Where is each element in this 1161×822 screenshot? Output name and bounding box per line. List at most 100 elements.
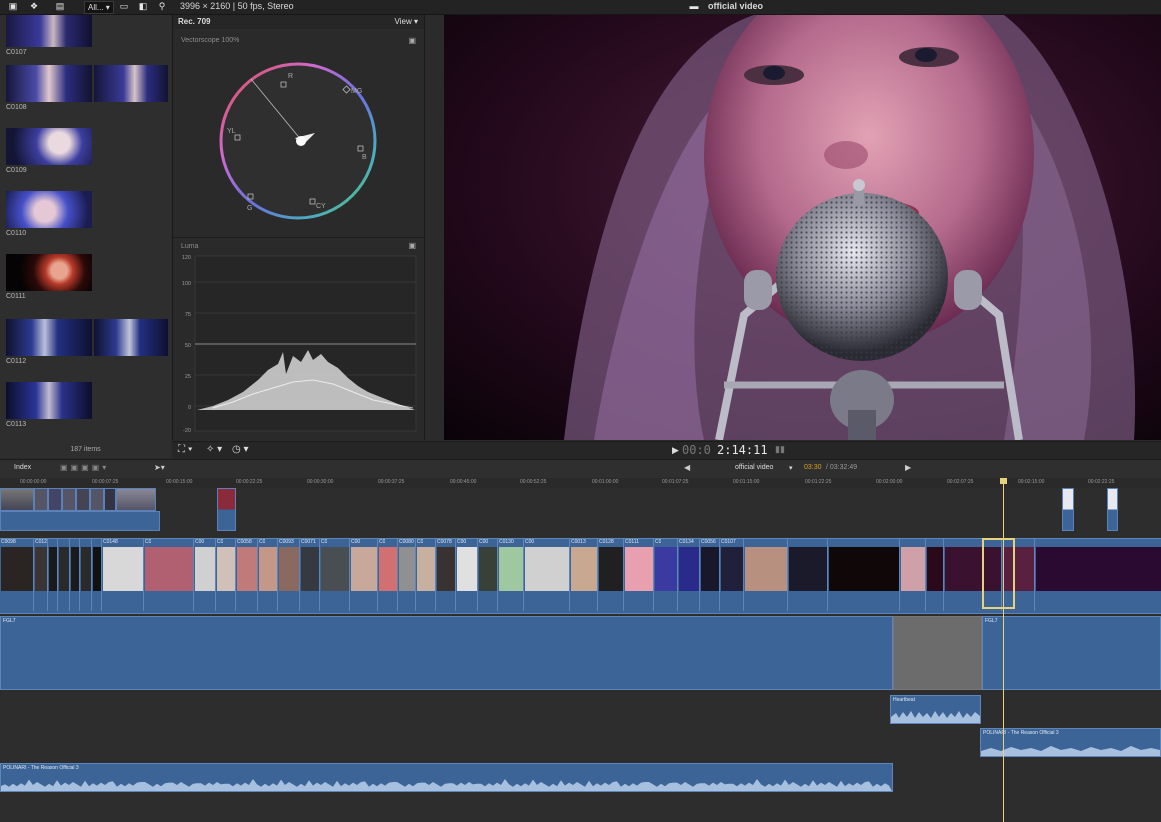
browser-clip[interactable]: C0111	[6, 254, 92, 300]
clip-filmstrip	[599, 547, 623, 591]
forward-arrow-icon[interactable]: ▶	[905, 463, 911, 472]
browser-filter-popup[interactable]: All... ▾	[84, 1, 114, 14]
retime-icon[interactable]: ◷ ▾	[232, 444, 249, 455]
timeline-clip[interactable]: C00	[194, 539, 216, 611]
timeline-clip[interactable]: C0080	[398, 539, 416, 611]
timeline-clip[interactable]: C00	[478, 539, 498, 611]
timeline-clip[interactable]: C0134	[678, 539, 700, 611]
audio-meter-icon[interactable]: ▮▮	[775, 444, 785, 455]
timeline[interactable]: C0098 C0129 C0148 C0 C00 C0 C0058 C0 C0093 C0071 C…	[0, 478, 1161, 822]
titles-icon[interactable]: ▤	[54, 1, 66, 12]
timeline-clip[interactable]	[1035, 539, 1161, 611]
timeline-clip[interactable]	[828, 539, 900, 611]
connected-clip[interactable]	[104, 488, 116, 511]
connected-clip[interactable]	[1062, 488, 1074, 531]
timeline-clip[interactable]: C0130	[498, 539, 524, 611]
clip-appearance-icon[interactable]: ◧	[137, 1, 149, 12]
connected-clip[interactable]	[62, 488, 76, 511]
timeline-clip[interactable]	[744, 539, 788, 611]
luma-settings-icon[interactable]: ▣	[408, 241, 416, 250]
timeline-clip[interactable]: C0129	[34, 539, 48, 611]
project-menu-chevron[interactable]: ▾	[789, 464, 793, 472]
timeline-clip[interactable]: C0148	[102, 539, 144, 611]
timeline-clip[interactable]	[92, 539, 102, 611]
clip-filmstrip	[71, 547, 79, 591]
timeline-clip[interactable]: C0	[378, 539, 398, 611]
timeline-clip[interactable]: C0093	[278, 539, 300, 611]
timeline-clip[interactable]	[58, 539, 70, 611]
browser-clip[interactable]: C0109	[6, 128, 92, 174]
timeline-clip[interactable]: C0	[144, 539, 194, 611]
enhancements-icon[interactable]: ✧ ▾	[206, 444, 222, 455]
timeline-clip[interactable]: C00	[524, 539, 570, 611]
edit-buttons[interactable]: ▣▣▣▣▾	[60, 463, 109, 472]
timeline-clip[interactable]	[48, 539, 58, 611]
compound-clip[interactable]: FGL7	[982, 616, 1161, 690]
browser-clip[interactable]: C0112	[6, 319, 168, 365]
timeline-clip[interactable]: C0	[258, 539, 278, 611]
connected-clip[interactable]	[1107, 488, 1118, 531]
scope-settings-icon[interactable]: ▣	[408, 36, 416, 45]
timeline-clip[interactable]	[788, 539, 828, 611]
timeline-clip[interactable]: C0111	[624, 539, 654, 611]
audio-clip-music[interactable]: POLINARI - The Reason Official 3	[0, 763, 893, 792]
timecode-display[interactable]: 2:14:11	[717, 443, 768, 457]
audio-waveform	[981, 746, 1160, 756]
timeline-clip[interactable]	[900, 539, 926, 611]
browser-clip[interactable]: C0110	[6, 191, 92, 237]
timeline-clip[interactable]: C0098	[0, 539, 34, 611]
play-button[interactable]: ▶	[672, 445, 679, 456]
timeline-clip[interactable]: C00	[456, 539, 478, 611]
connected-clip-audio[interactable]	[0, 511, 160, 531]
search-icon[interactable]: ⚲	[156, 1, 168, 12]
ruler-label: 00:00:22:25	[236, 479, 263, 485]
timeline-ruler[interactable]: 00:00:00:00 00:00:07:25 00:00:15:00 00:00:2…	[0, 478, 1161, 488]
connected-clip[interactable]	[90, 488, 104, 511]
index-button[interactable]: Index	[14, 464, 31, 471]
connected-clip[interactable]	[34, 488, 48, 511]
playhead-handle[interactable]	[1000, 478, 1007, 484]
browser-clip[interactable]: C0107	[6, 15, 92, 56]
timeline-clip[interactable]: C0071	[300, 539, 320, 611]
timeline-clip[interactable]	[80, 539, 92, 611]
timeline-clip[interactable]: C0128	[598, 539, 624, 611]
connected-clip[interactable]	[217, 488, 236, 531]
browser-clip[interactable]: C0113	[6, 382, 92, 428]
back-arrow-icon[interactable]: ◀	[684, 463, 690, 472]
timeline-clip[interactable]: C0058	[236, 539, 258, 611]
timeline-clip[interactable]: C0013	[570, 539, 598, 611]
view-menu[interactable]: View ▾	[395, 17, 418, 26]
clip-filmstrip	[259, 547, 277, 591]
timeline-clip[interactable]: C0	[320, 539, 350, 611]
clip-label: C0109	[6, 167, 27, 174]
audio-clip-heartbeat[interactable]: Heartbeat	[890, 695, 981, 724]
selected-clip-outline[interactable]	[982, 538, 1015, 609]
luma-tick: 120	[182, 255, 191, 261]
connected-clip[interactable]	[116, 488, 156, 511]
timeline-project-name[interactable]: official video	[735, 464, 773, 471]
timeline-clip[interactable]: C0	[654, 539, 678, 611]
timeline-clip[interactable]: C0107	[720, 539, 744, 611]
timeline-clip[interactable]: C00	[350, 539, 378, 611]
transform-tool-icon[interactable]: ⛶ ▾	[178, 444, 193, 455]
gap-clip[interactable]	[893, 616, 982, 690]
select-tool-icon[interactable]: ➤▾	[154, 463, 165, 472]
connected-clip[interactable]	[48, 488, 62, 511]
filmstrip-view-icon[interactable]: ▭	[118, 1, 130, 12]
timeline-clip[interactable]	[70, 539, 80, 611]
photos-icon[interactable]: ❖	[28, 1, 40, 12]
browser-clip[interactable]: C0108	[6, 65, 168, 111]
library-icon[interactable]: ▣	[7, 1, 19, 12]
connected-clips-upper[interactable]	[0, 488, 160, 511]
timeline-clip[interactable]: C0	[216, 539, 236, 611]
viewer[interactable]	[444, 15, 1161, 440]
timeline-clip[interactable]: C0056	[700, 539, 720, 611]
compound-clip[interactable]: FGL7	[0, 616, 893, 690]
audio-clip-music[interactable]: POLINARI - The Reason Official 3	[980, 728, 1161, 757]
playhead[interactable]	[1003, 478, 1004, 822]
timeline-clip[interactable]	[926, 539, 944, 611]
timeline-clip[interactable]: C0	[416, 539, 436, 611]
connected-clip[interactable]	[76, 488, 90, 511]
connected-clip[interactable]	[0, 488, 34, 511]
timeline-clip[interactable]: C0078	[436, 539, 456, 611]
